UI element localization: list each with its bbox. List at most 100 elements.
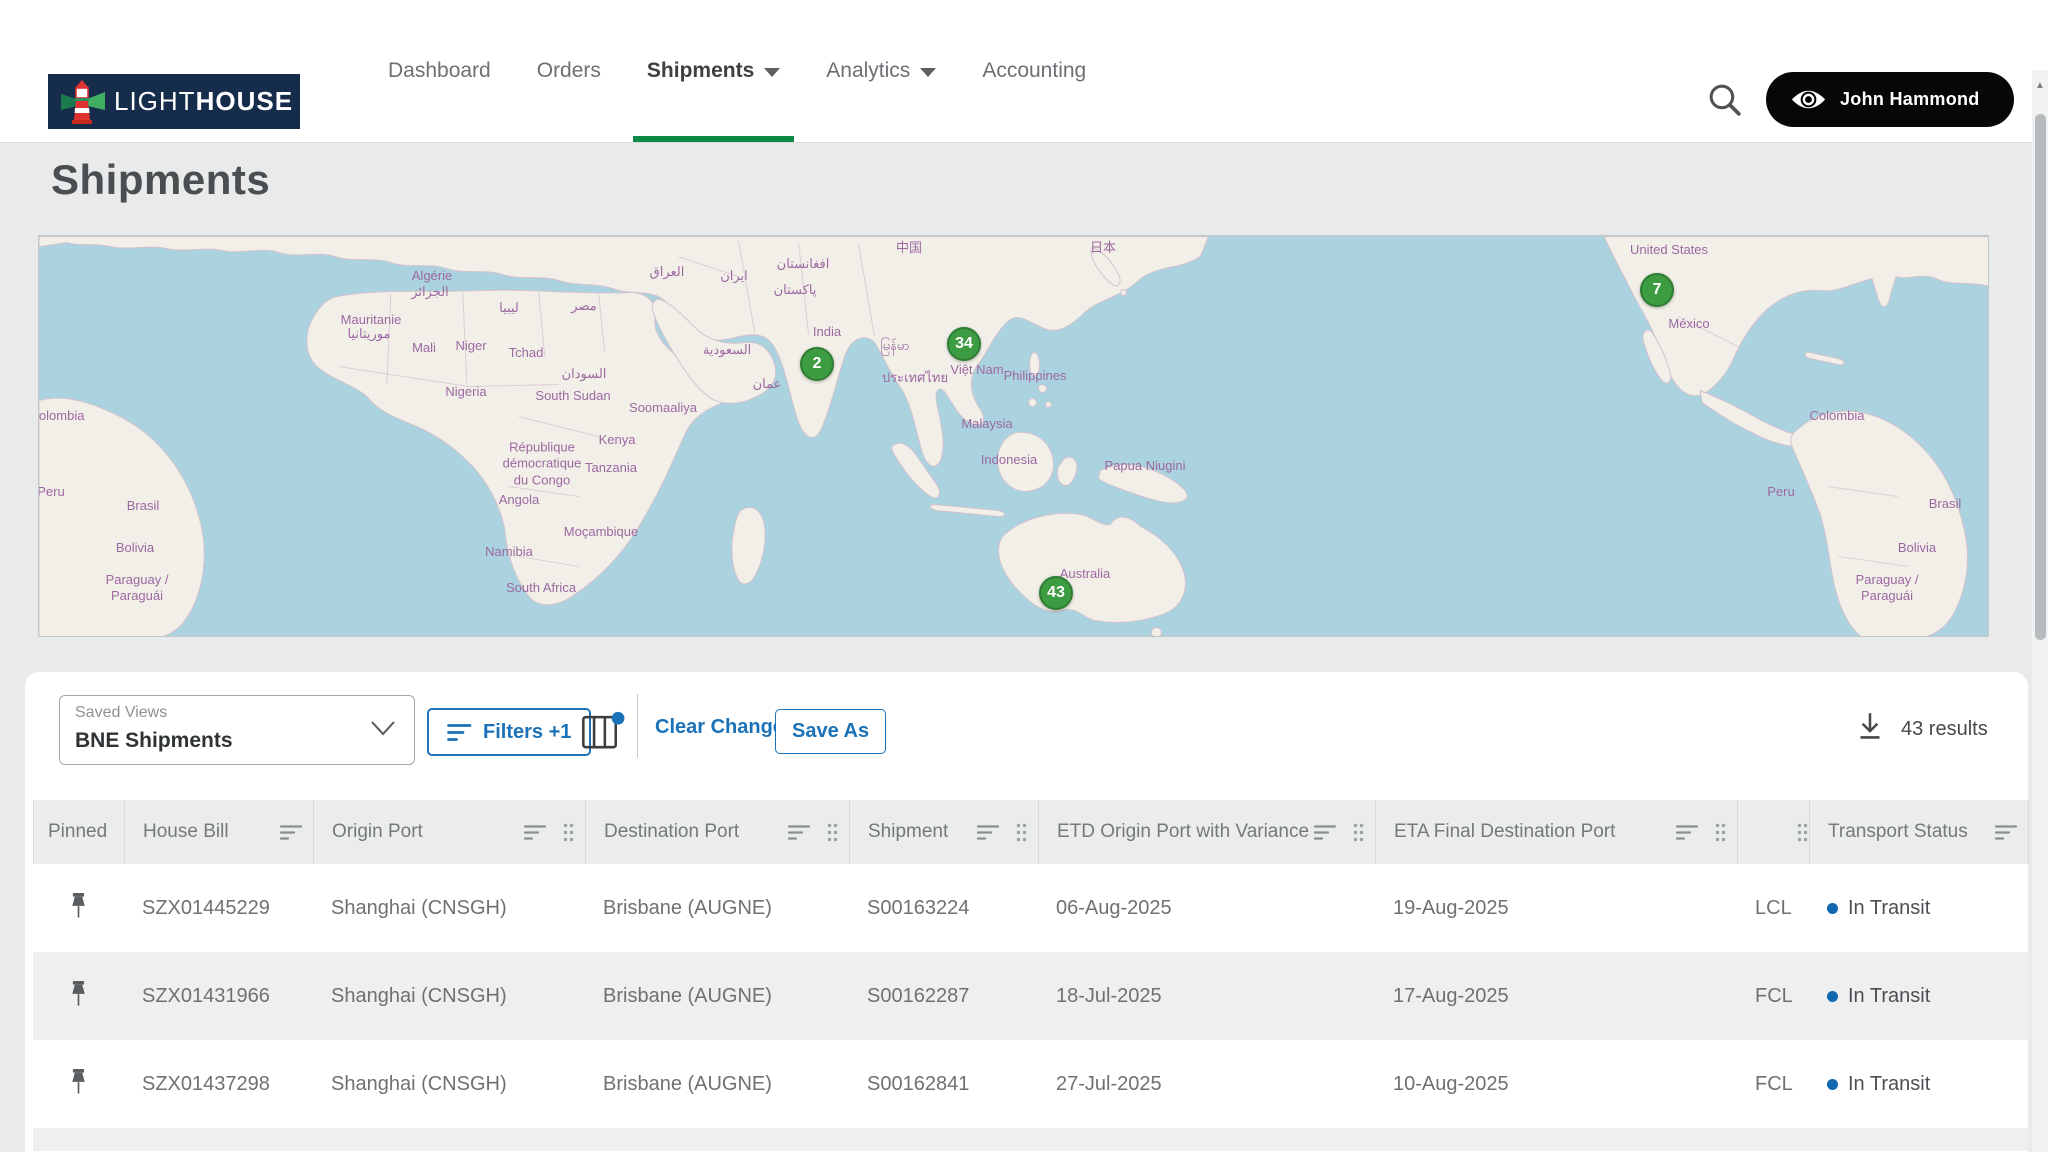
column-header-label: ETA Final Destination Port xyxy=(1394,821,1615,843)
world-map[interactable]: AlgérieالجزائرليبيامصرMauritanieموريتاني… xyxy=(38,235,1989,637)
column-filter-icon[interactable] xyxy=(1314,824,1337,841)
table-header: Pinned House Bill Origin Port Destination P… xyxy=(33,800,2028,864)
column-filter-icon[interactable] xyxy=(977,824,1000,841)
chevron-down-icon xyxy=(920,68,936,77)
column-header-label: ETD Origin Port with Variance xyxy=(1057,821,1309,843)
shipments-panel: Saved Views BNE Shipments Filters +1 xyxy=(25,672,2028,1152)
drag-handle-icon[interactable] xyxy=(1352,822,1365,843)
column-filter-icon[interactable] xyxy=(788,824,811,841)
status-text: In Transit xyxy=(1848,897,1930,920)
cell-mode: FCL xyxy=(1737,985,1809,1008)
cell-shipment: S00163224 xyxy=(849,897,1038,920)
table-row[interactable]: SZX01431966Shanghai (CNSGH)Brisbane (AUG… xyxy=(33,952,2028,1040)
cell-house_bill: SZX01431966 xyxy=(124,985,313,1008)
saved-views-select[interactable]: Saved Views BNE Shipments xyxy=(59,695,415,765)
nav-item-shipments[interactable]: Shipments xyxy=(633,0,794,142)
download-button[interactable] xyxy=(1853,710,1889,750)
drag-handle-icon[interactable] xyxy=(1015,822,1028,843)
search-button[interactable] xyxy=(1705,80,1745,120)
cell-origin_port: Shanghai (CNSGH) xyxy=(313,897,585,920)
vertical-scrollbar[interactable]: ▲ xyxy=(2032,0,2048,1152)
toolbar-divider xyxy=(637,694,638,758)
status-dot xyxy=(1827,903,1838,914)
column-header-label: Destination Port xyxy=(604,821,739,843)
column-header-icons xyxy=(977,822,1028,843)
column-header-icons xyxy=(280,824,303,841)
scroll-up-arrow-icon[interactable]: ▲ xyxy=(2032,80,2048,91)
column-header-eta: ETA Final Destination Port xyxy=(1376,800,1738,864)
map-cluster-marker[interactable]: 34 xyxy=(947,327,981,361)
brand-logo[interactable]: LIGHTHOUSE xyxy=(48,74,300,129)
column-header-label: Pinned xyxy=(48,821,107,843)
cell-origin_port: Shanghai (CNSGH) xyxy=(313,1073,585,1096)
cell-etd: 27-Jul-2025 xyxy=(1038,1073,1375,1096)
saved-views-value: BNE Shipments xyxy=(75,729,233,753)
scrollbar-thumb[interactable] xyxy=(2035,114,2046,640)
nav-item-accounting[interactable]: Accounting xyxy=(968,0,1100,142)
column-header-label: House Bill xyxy=(143,821,229,843)
nav-item-analytics[interactable]: Analytics xyxy=(812,0,950,142)
nav-item-dashboard[interactable]: Dashboard xyxy=(374,0,505,142)
column-header-icons xyxy=(1796,822,1809,843)
drag-handle-icon[interactable] xyxy=(826,822,839,843)
table-toolbar: Saved Views BNE Shipments Filters +1 xyxy=(25,672,2028,800)
column-settings-button[interactable] xyxy=(581,710,625,752)
map-cluster-marker[interactable]: 2 xyxy=(800,347,834,381)
results-count: 43 results xyxy=(1901,718,1988,741)
table-row[interactable]: SZX01445229Shanghai (CNSGH)Brisbane (AUG… xyxy=(33,864,2028,952)
cell-destination_port: Brisbane (AUGNE) xyxy=(585,985,849,1008)
pin-icon[interactable] xyxy=(68,981,89,1012)
pin-icon[interactable] xyxy=(68,1069,89,1100)
app-header: LIGHTHOUSE DashboardOrders Shipments Analy… xyxy=(0,0,2048,143)
cell-mode: FCL xyxy=(1737,1073,1809,1096)
save-as-button[interactable]: Save As xyxy=(775,709,886,754)
column-filter-icon[interactable] xyxy=(1676,824,1699,841)
column-filter-icon[interactable] xyxy=(524,824,547,841)
cell-eta: 10-Aug-2025 xyxy=(1375,1073,1737,1096)
column-header-pinned: Pinned xyxy=(34,800,125,864)
user-menu-button[interactable]: John Hammond xyxy=(1766,72,2014,127)
user-name: John Hammond xyxy=(1840,89,1980,110)
nav-item-orders[interactable]: Orders xyxy=(523,0,615,142)
cell-shipment: S00162841 xyxy=(849,1073,1038,1096)
cell-pinned xyxy=(33,893,124,924)
cell-pinned xyxy=(33,1069,124,1100)
column-header-icons xyxy=(1314,822,1365,843)
brand-name: LIGHTHOUSE xyxy=(114,86,293,117)
nav-item-label: Accounting xyxy=(982,59,1086,83)
cell-house_bill: SZX01445229 xyxy=(124,897,313,920)
nav-item-label: Shipments xyxy=(647,59,754,83)
search-icon xyxy=(1705,80,1745,120)
column-header-etd: ETD Origin Port with Variance xyxy=(1039,800,1376,864)
drag-handle-icon[interactable] xyxy=(1714,822,1727,843)
filters-button-label: Filters +1 xyxy=(483,721,571,744)
pin-icon[interactable] xyxy=(68,893,89,924)
saved-views-label: Saved Views xyxy=(75,704,167,722)
chevron-down-icon xyxy=(764,68,780,77)
table-row-partial[interactable] xyxy=(33,1128,2028,1151)
cell-status: In Transit xyxy=(1809,897,2028,920)
cell-status: In Transit xyxy=(1809,1073,2028,1096)
map-cluster-marker[interactable]: 7 xyxy=(1640,273,1674,307)
cell-etd: 18-Jul-2025 xyxy=(1038,985,1375,1008)
map-cluster-marker[interactable]: 43 xyxy=(1039,576,1073,610)
drag-handle-icon[interactable] xyxy=(1796,822,1809,843)
column-filter-icon[interactable] xyxy=(1995,824,2018,841)
cell-mode: LCL xyxy=(1737,897,1809,920)
lighthouse-icon xyxy=(60,79,106,125)
active-nav-underline xyxy=(633,136,794,142)
filter-lines-icon xyxy=(447,723,472,742)
table-row[interactable]: SZX01437298Shanghai (CNSGH)Brisbane (AUG… xyxy=(33,1040,2028,1128)
column-header-status: Transport Status xyxy=(1810,800,2029,864)
cell-origin_port: Shanghai (CNSGH) xyxy=(313,985,585,1008)
filters-button[interactable]: Filters +1 xyxy=(427,708,591,756)
drag-handle-icon[interactable] xyxy=(562,822,575,843)
download-icon xyxy=(1853,710,1887,748)
column-filter-icon[interactable] xyxy=(280,824,303,841)
column-header-label: Origin Port xyxy=(332,821,423,843)
cell-pinned xyxy=(33,981,124,1012)
status-dot xyxy=(1827,1079,1838,1090)
page-title: Shipments xyxy=(51,156,270,204)
column-header-icons xyxy=(1676,822,1727,843)
status-text: In Transit xyxy=(1848,985,1930,1008)
